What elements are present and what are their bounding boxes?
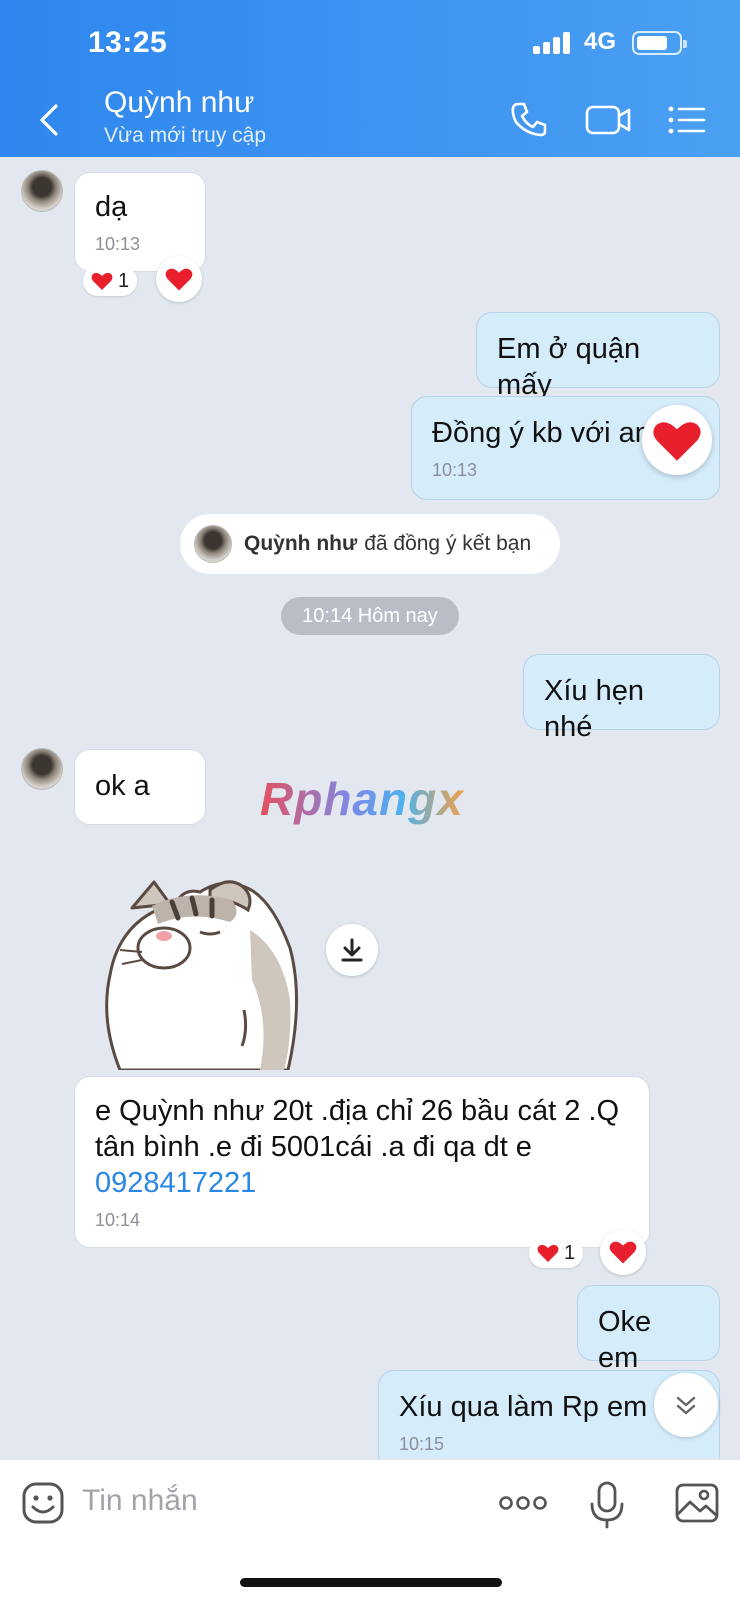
reaction-count: 1 bbox=[118, 269, 130, 292]
contact-status: Vừa mới truy cập bbox=[104, 124, 267, 147]
voice-call-button[interactable] bbox=[506, 98, 550, 142]
video-camera-icon bbox=[585, 105, 631, 135]
heart-icon bbox=[609, 1241, 637, 1264]
phone-number-link[interactable]: 0928417221 bbox=[95, 1165, 629, 1201]
battery-icon bbox=[632, 31, 687, 55]
heart-icon bbox=[537, 1244, 559, 1262]
message-input[interactable]: Tin nhắn bbox=[82, 1484, 198, 1518]
reaction-summary[interactable]: 1 bbox=[529, 1238, 584, 1268]
message-bubble-incoming[interactable]: ok a bbox=[74, 749, 206, 825]
home-indicator bbox=[240, 1578, 502, 1587]
message-bubble-outgoing[interactable]: Em ở quận mấy bbox=[476, 312, 720, 401]
cat-sticker-image bbox=[105, 880, 298, 1072]
sticker-emoji-button[interactable] bbox=[20, 1480, 66, 1526]
message-bubble-outgoing[interactable]: Oke em bbox=[577, 1285, 720, 1374]
watermark-logo: Rphangx bbox=[260, 773, 464, 825]
microphone-icon bbox=[590, 1481, 624, 1529]
cat-sticker[interactable] bbox=[92, 870, 312, 1072]
video-call-button[interactable] bbox=[584, 98, 634, 142]
download-icon bbox=[341, 938, 363, 962]
voice-message-button[interactable] bbox=[584, 1480, 630, 1529]
react-heart-button[interactable] bbox=[642, 405, 712, 475]
heart-icon bbox=[91, 272, 113, 290]
message-bubble-outgoing[interactable]: Xíu hẹn nhé bbox=[523, 654, 720, 743]
more-options-button[interactable] bbox=[498, 1480, 548, 1526]
menu-button[interactable] bbox=[666, 98, 710, 142]
message-time: 10:14 bbox=[95, 1210, 141, 1230]
reaction-summary[interactable]: 1 bbox=[83, 266, 138, 296]
download-sticker-button[interactable] bbox=[326, 924, 378, 976]
reaction-count: 1 bbox=[564, 1241, 576, 1264]
cellular-signal-icon bbox=[533, 30, 573, 54]
status-time: 13:25 bbox=[88, 26, 168, 59]
date-separator: 10:14 Hôm nay bbox=[281, 597, 459, 635]
network-type: 4G bbox=[584, 28, 617, 55]
message-text-line: e Quỳnh như 20t .địa chỉ 26 bầu cát 2 .Q bbox=[95, 1095, 620, 1127]
contact-avatar-small bbox=[194, 525, 232, 563]
react-heart-button[interactable] bbox=[156, 256, 202, 302]
list-menu-icon bbox=[668, 106, 706, 134]
heart-icon bbox=[653, 421, 701, 461]
contact-avatar[interactable] bbox=[21, 748, 63, 790]
double-chevron-down-icon bbox=[676, 1396, 696, 1415]
chat-header: 13:25 4G Quỳnh như Vừa mới truy cập bbox=[0, 0, 740, 157]
message-text: ok a bbox=[95, 770, 150, 802]
friend-accepted-notice: Quỳnh như đã đồng ý kết bạn bbox=[180, 514, 560, 574]
chevron-left-icon bbox=[40, 104, 58, 136]
message-bubble-incoming[interactable]: e Quỳnh như 20t .địa chỉ 26 bầu cát 2 .Q… bbox=[74, 1076, 650, 1248]
back-button[interactable] bbox=[30, 98, 70, 142]
contact-name[interactable]: Quỳnh như bbox=[104, 86, 254, 120]
message-composer: Tin nhắn bbox=[0, 1459, 740, 1600]
message-time: 10:13 bbox=[95, 234, 141, 254]
message-text: Em ở quận mấy bbox=[497, 333, 641, 401]
message-text: Oke em bbox=[598, 1306, 652, 1374]
image-gallery-icon bbox=[675, 1483, 719, 1523]
send-image-button[interactable] bbox=[674, 1480, 720, 1526]
notice-name: Quỳnh như bbox=[244, 532, 358, 555]
contact-avatar[interactable] bbox=[21, 170, 63, 212]
message-time: 10:15 bbox=[399, 1434, 445, 1454]
react-heart-button[interactable] bbox=[600, 1229, 646, 1275]
message-text-line: tân bình .e đi 5001cái .a đi qa dt e bbox=[95, 1131, 532, 1163]
scroll-to-bottom-button[interactable] bbox=[654, 1373, 718, 1437]
notice-text: đã đồng ý kết bạn bbox=[364, 532, 532, 555]
more-dots-icon bbox=[499, 1496, 547, 1510]
message-text: Xíu hẹn nhé bbox=[544, 675, 644, 743]
emoji-icon bbox=[22, 1482, 64, 1524]
message-text: dạ bbox=[95, 191, 128, 223]
phone-icon bbox=[511, 102, 547, 137]
heart-icon bbox=[165, 268, 193, 291]
